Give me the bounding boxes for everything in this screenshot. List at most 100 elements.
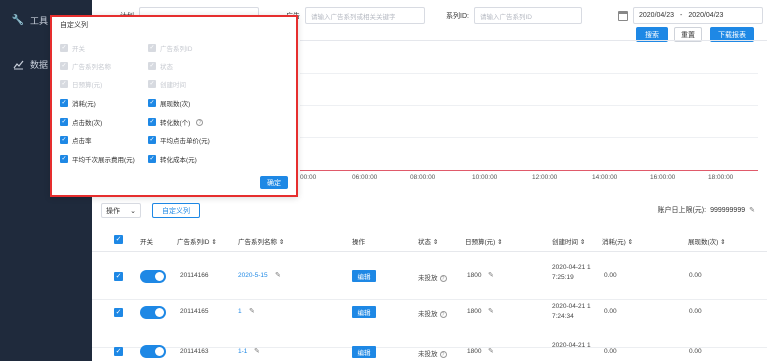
column-option[interactable]: ✓ 转化成本(元)	[148, 154, 197, 164]
cost-cell: 0.00	[604, 348, 617, 355]
edit-button[interactable]: 编辑	[352, 346, 376, 358]
custom-columns-button[interactable]: 自定义列	[152, 203, 200, 218]
edit-pencil-icon[interactable]: ✎	[275, 271, 281, 279]
confirm-button[interactable]: 确定	[260, 176, 288, 189]
impressions-cell: 0.00	[689, 308, 702, 315]
edit-pencil-icon[interactable]: ✎	[488, 347, 494, 355]
column-option-label: 广告系列名称	[72, 64, 111, 71]
checkbox-icon: ✓	[148, 118, 156, 126]
daily-budget-cell: 1800	[467, 272, 482, 279]
row-switch-toggle[interactable]	[140, 270, 166, 283]
cost-cell: 0.00	[604, 272, 617, 279]
series-name-link[interactable]: 1-1	[238, 348, 247, 355]
row-checkbox[interactable]: ✓	[114, 308, 123, 317]
created-date-cell: 2020-04-21 1	[552, 303, 591, 310]
budget-value: 999999999	[710, 206, 746, 214]
column-option-label: 开关	[72, 46, 85, 53]
column-option-label: 消耗(元)	[72, 101, 96, 108]
col-header-series-id[interactable]: 广告系列ID ⇕	[177, 236, 217, 246]
daily-budget-cell: 1800	[467, 308, 482, 315]
column-option[interactable]: ✓ 消耗(元)	[60, 98, 96, 108]
series-name-link[interactable]: 2020-5-15	[238, 272, 268, 279]
edit-pencil-icon[interactable]: ✎	[254, 347, 260, 355]
column-option[interactable]: ✓ 转化数(个)?	[148, 117, 204, 127]
popup-title: 自定义列	[60, 22, 88, 29]
column-option: ✓ 广告系列ID	[148, 43, 193, 53]
chart-time-label: 10:00:00	[472, 174, 498, 181]
row-checkbox[interactable]: ✓	[114, 347, 123, 356]
column-option[interactable]: ✓ 平均点击单价(元)	[148, 135, 210, 145]
column-option-label: 转化数(个)	[160, 120, 191, 127]
daily-budget-cell: 1800	[467, 348, 482, 355]
col-header-operation: 操作	[352, 239, 365, 246]
sort-icon: ⇕	[579, 239, 586, 246]
chart-gridline	[300, 137, 758, 138]
help-icon[interactable]: ?	[439, 311, 447, 318]
filter-field-2: 广告 请输入广告系列或相关关键字	[286, 7, 425, 24]
series-id-input[interactable]: 请输入广告系列ID	[473, 7, 582, 24]
series-id-cell: 20114163	[180, 348, 209, 355]
checkbox-icon: ✓	[60, 80, 68, 88]
series-name-link[interactable]: 1	[238, 308, 242, 315]
chart-gridline	[300, 73, 758, 74]
help-icon[interactable]: ?	[439, 351, 447, 358]
chevron-down-icon: ⌄	[130, 207, 136, 215]
col-header-status[interactable]: 状态 ⇕	[418, 236, 438, 246]
sidebar-item-label: 工具	[30, 16, 49, 26]
status-text: 未投放	[418, 275, 438, 282]
row-checkbox[interactable]: ✓	[114, 272, 123, 281]
chart-time-label: 12:00:00	[532, 174, 558, 181]
sidebar-item-tools[interactable]: 🔧 工具	[12, 14, 48, 27]
col-header-daily-budget[interactable]: 日预算(元) ⇕	[465, 236, 503, 246]
date-range-picker[interactable]: 2020/04/23 - 2020/04/23	[633, 7, 763, 24]
column-option-label: 平均千次展示费用(元)	[72, 157, 135, 164]
custom-columns-popup: 自定义列 ✓ 开关 ✓ 广告系列ID ✓ 广告系列名称 ✓ 状态 ✓ 日预算(元) ✓ 创建…	[50, 15, 298, 197]
col-header-label: 状态	[418, 239, 431, 246]
operations-label: 操作	[106, 207, 120, 215]
chart-gridline	[300, 105, 758, 106]
chart-time-label: 06:00:00	[352, 174, 378, 181]
col-header-label: 创建时间	[552, 239, 578, 246]
edit-button[interactable]: 编辑	[352, 306, 376, 318]
col-header-cost[interactable]: 消耗(元) ⇕	[602, 236, 633, 246]
chart-time-axis: 00:00 06:00:00 08:00:00 10:00:00 12:00:0…	[300, 174, 767, 186]
edit-pencil-icon[interactable]: ✎	[488, 271, 494, 279]
sidebar-item-data[interactable]: 数据	[12, 58, 48, 71]
keyword-search-input[interactable]: 请输入广告系列或相关关键字	[305, 7, 425, 24]
help-icon[interactable]: ?	[439, 275, 447, 282]
col-header-created-time[interactable]: 创建时间 ⇕	[552, 236, 585, 246]
edit-pencil-icon[interactable]: ✎	[249, 307, 255, 315]
chart-time-label: 14:00:00	[592, 174, 618, 181]
edit-pencil-icon[interactable]: ✎	[749, 206, 755, 214]
checkbox-icon: ✓	[148, 155, 156, 163]
column-option[interactable]: ✓ 点击率	[60, 135, 92, 145]
column-option[interactable]: ✓ 点击数(次)	[60, 117, 102, 127]
column-option[interactable]: ✓ 平均千次展示费用(元)	[60, 154, 135, 164]
wrench-icon: 🔧	[11, 15, 25, 26]
row-switch-toggle[interactable]	[140, 306, 166, 319]
column-option: ✓ 创建时间	[148, 79, 186, 89]
chart-time-label: 00:00	[300, 174, 317, 181]
select-all-checkbox[interactable]: ✓	[114, 235, 123, 244]
col-header-impressions[interactable]: 展现数(次) ⇕	[688, 236, 726, 246]
checkbox-icon: ✓	[60, 44, 68, 52]
column-option-label: 状态	[160, 64, 173, 71]
edit-pencil-icon[interactable]: ✎	[488, 307, 494, 315]
column-option[interactable]: ✓ 展现数(次)	[148, 98, 190, 108]
checkbox-icon: ✓	[148, 62, 156, 70]
sort-icon: ⇕	[497, 239, 503, 246]
help-icon[interactable]: ?	[196, 118, 204, 126]
date-start: 2020/04/23	[639, 12, 675, 19]
created-time-cell: 7:25:19	[552, 274, 574, 281]
impressions-cell: 0.00	[689, 272, 702, 279]
row-switch-toggle[interactable]	[140, 345, 166, 358]
operations-select[interactable]: 操作 ⌄	[101, 203, 141, 218]
created-time-cell: 7:24:34	[552, 313, 574, 320]
col-header-series-name[interactable]: 广告系列名称 ⇕	[238, 236, 284, 246]
column-option-label: 平均点击单价(元)	[160, 138, 210, 145]
budget-label: 账户日上限(元):	[657, 207, 707, 214]
calendar-icon	[618, 10, 628, 21]
checkbox-icon: ✓	[60, 136, 68, 144]
table-header: ✓ 开关 广告系列ID ⇕ 广告系列名称 ⇕ 操作 状态 ⇕ 日预算(元) ⇕ …	[92, 228, 767, 252]
edit-button[interactable]: 编辑	[352, 270, 376, 282]
